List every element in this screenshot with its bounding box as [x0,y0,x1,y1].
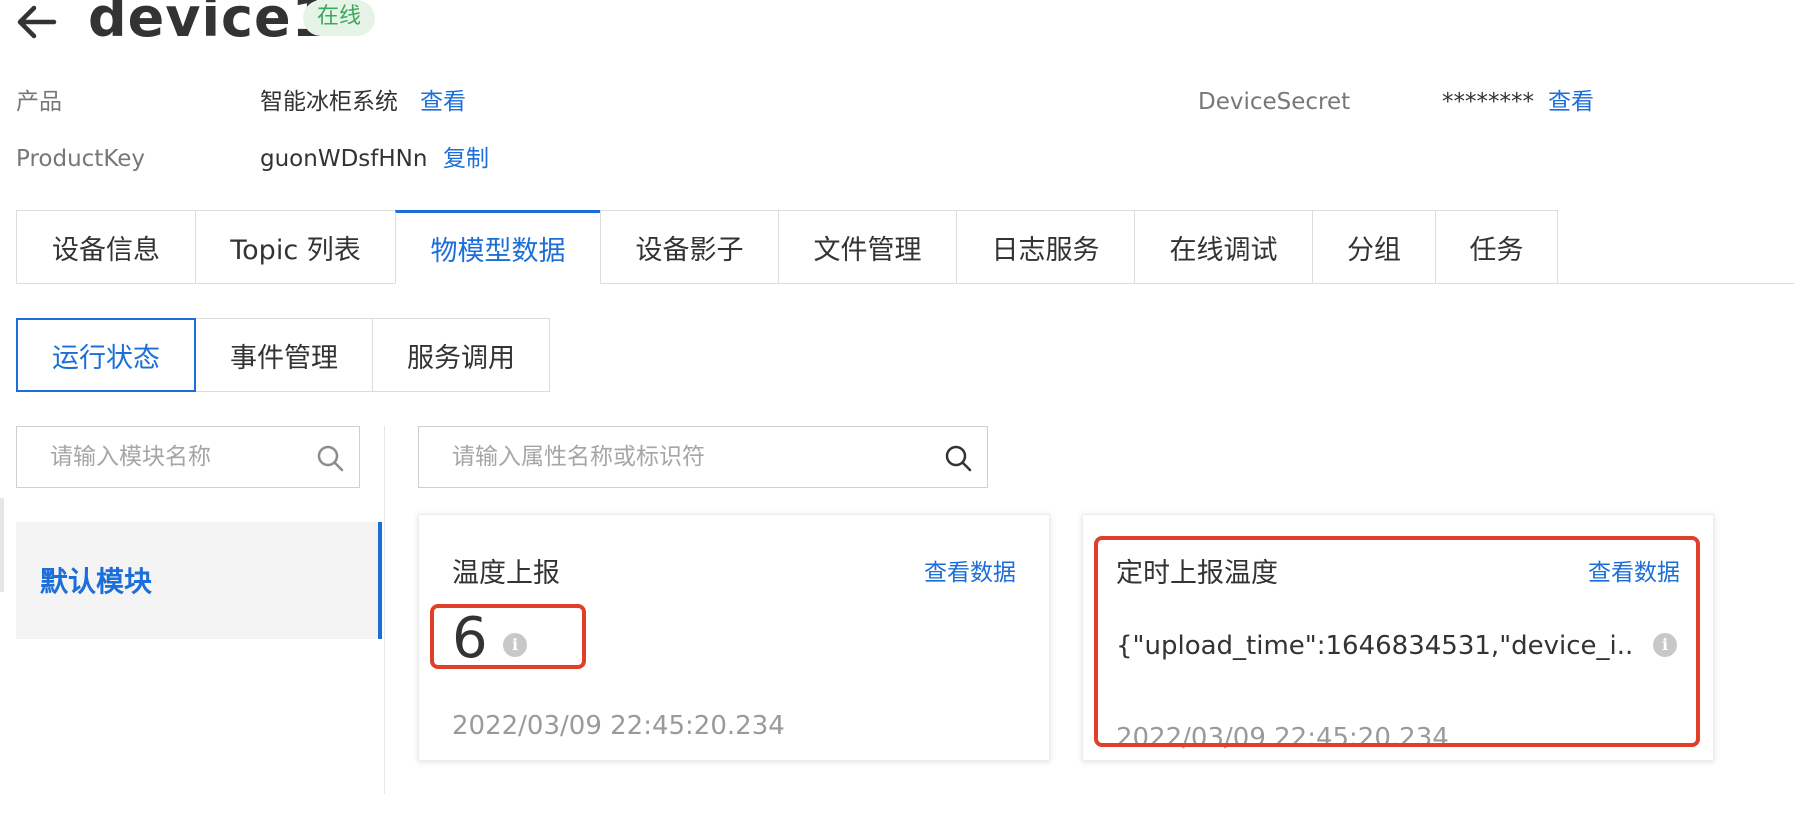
devicesecret-view-link[interactable]: 查看 [1548,86,1594,118]
productkey-copy-link[interactable]: 复制 [443,143,489,175]
tab-group[interactable]: 分组 [1312,210,1435,284]
info-icon[interactable]: i [1653,633,1677,657]
card-timestamp: 2022/03/09 22:45:20.234 [452,711,785,741]
module-search-box [16,426,360,488]
search-icon[interactable] [943,443,973,473]
devicesecret-label: DeviceSecret [1198,89,1351,115]
sidebar-item-default-module[interactable]: 默认模块 [16,522,382,639]
tab-online-debug[interactable]: 在线调试 [1134,210,1312,284]
property-search-box [418,426,988,488]
subtab-event-management[interactable]: 事件管理 [196,318,373,392]
card-title: 定时上报温度 [1116,558,1278,589]
property-search-input[interactable] [419,427,987,487]
productkey-value: guonWDsfHNn [260,146,428,172]
search-icon[interactable] [315,443,345,473]
tab-file-management[interactable]: 文件管理 [778,210,956,284]
info-icon[interactable]: i [503,633,527,657]
sidebar-divider [384,426,385,794]
left-edge-mark [0,498,4,592]
property-card: 温度上报 查看数据 6 i 2022/03/09 22:45:20.234 [418,514,1050,761]
product-value: 智能冰柜系统 [260,89,398,115]
subtab-service-call[interactable]: 服务调用 [373,318,550,392]
card-value: {"upload_time":1646834531,"device_i... [1116,631,1636,661]
product-label: 产品 [16,89,62,115]
tab-device-shadow[interactable]: 设备影子 [600,210,778,284]
subtab-running-status[interactable]: 运行状态 [16,318,196,392]
view-data-link[interactable]: 查看数据 [924,553,1016,587]
sidebar-item-label: 默认模块 [40,565,153,598]
card-timestamp: 2022/03/09 22:45:20.234 [1116,723,1449,753]
productkey-label: ProductKey [16,146,146,172]
tab-topic-list[interactable]: Topic 列表 [195,210,395,284]
back-arrow-icon[interactable] [14,2,58,42]
main-tab-bar: 设备信息 Topic 列表 物模型数据 设备影子 文件管理 日志服务 在线调试 … [16,210,1558,284]
sub-tab-bar: 运行状态 事件管理 服务调用 [16,318,550,392]
module-search-input[interactable] [17,427,359,487]
tab-device-info[interactable]: 设备信息 [16,210,195,284]
tab-log-service[interactable]: 日志服务 [956,210,1134,284]
status-badge: 在线 [303,0,376,36]
view-data-link[interactable]: 查看数据 [1588,553,1680,587]
tab-thing-model-data[interactable]: 物模型数据 [395,210,600,284]
device-title: device1 [88,0,331,49]
property-card: 定时上报温度 查看数据 {"upload_time":1646834531,"d… [1082,514,1714,761]
card-title: 温度上报 [452,558,560,589]
card-value: 6 [452,606,488,671]
tab-task[interactable]: 任务 [1435,210,1558,284]
product-view-link[interactable]: 查看 [420,86,466,118]
devicesecret-value: ******** [1442,89,1534,115]
